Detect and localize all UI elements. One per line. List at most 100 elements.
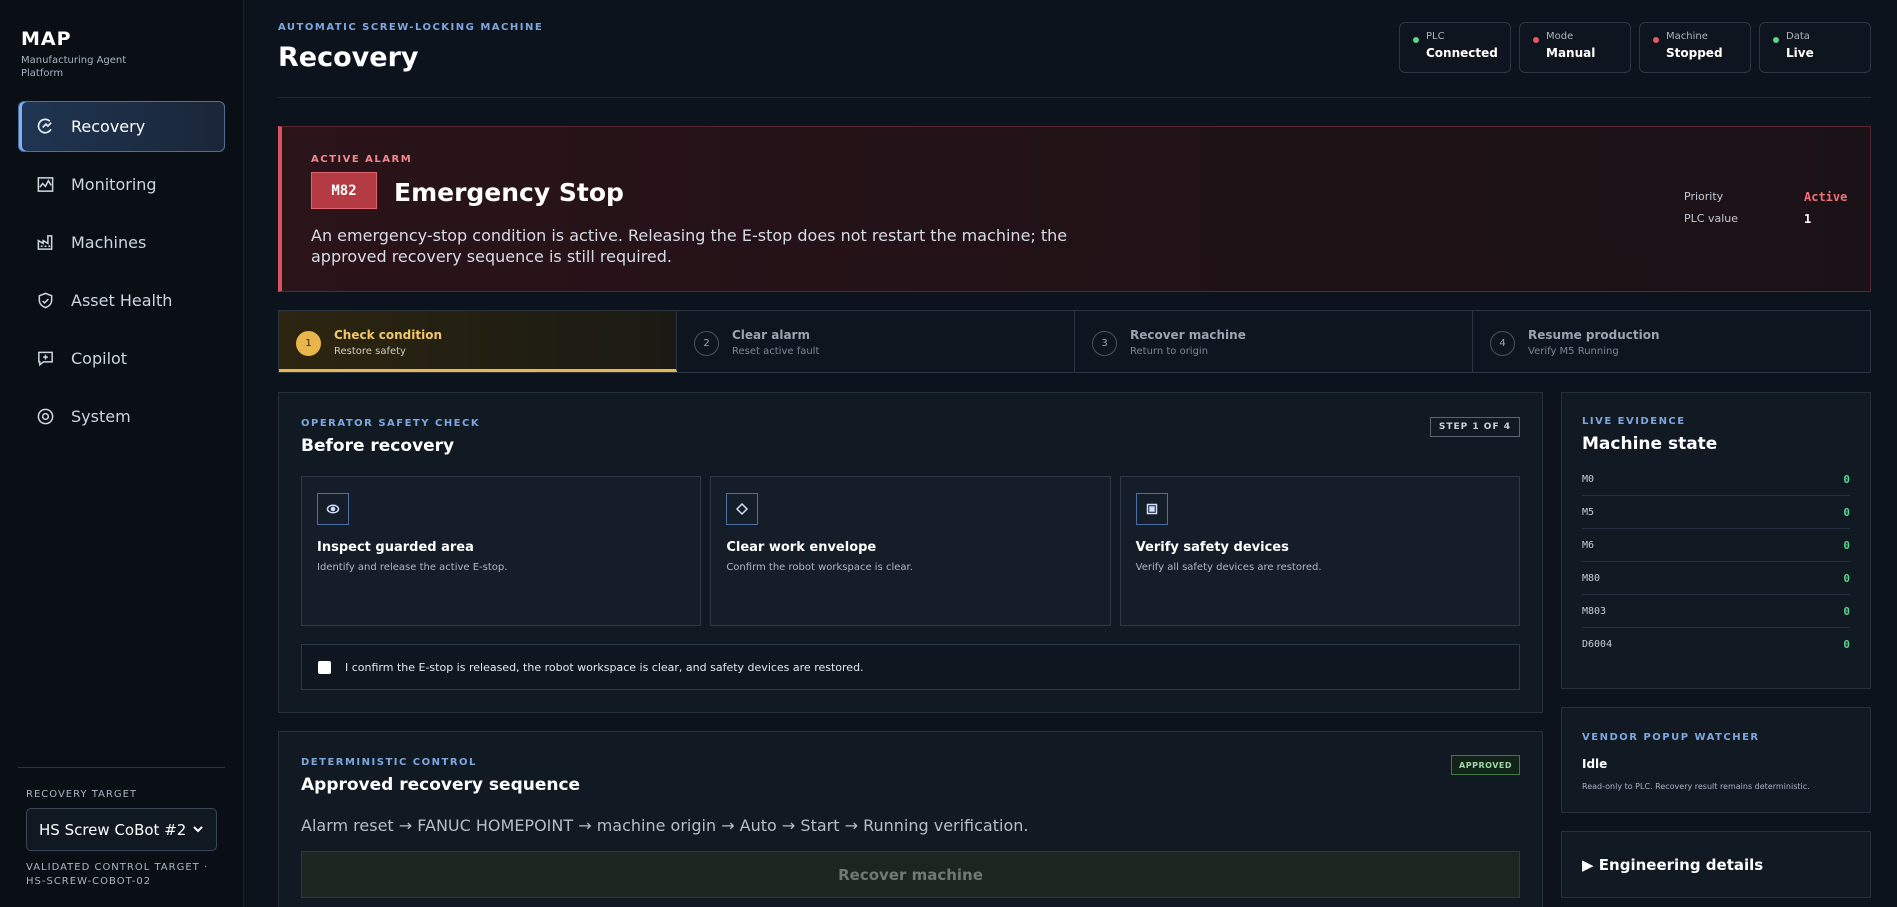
step-resume-production[interactable]: 4 Resume production Verify M5 Running: [1473, 311, 1870, 372]
alarm-plc-row: PLC value 1: [1684, 212, 1844, 226]
step-number: 2: [694, 331, 719, 356]
list-item: M0 0: [1582, 463, 1850, 496]
sidebar-item-label: Machines: [71, 233, 147, 252]
status-label: PLC: [1426, 31, 1445, 42]
safety-card-devices: Verify safety devices Verify all safety …: [1119, 476, 1520, 626]
sidebar-item-copilot[interactable]: Copilot: [18, 333, 225, 384]
panel-eyebrow: LIVE EVIDENCE: [1582, 416, 1686, 427]
panel-title: Machine state: [1582, 434, 1718, 454]
sequence-description: Alarm reset → FANUC HOMEPOINT → machine …: [301, 816, 1029, 835]
monitoring-icon: [35, 175, 55, 195]
recovery-target-select[interactable]: HS Screw CoBot #2: [26, 808, 217, 851]
step-subtitle: Reset active fault: [732, 346, 820, 357]
sidebar-item-label: Asset Health: [71, 291, 173, 310]
status-card-plc: PLC Connected: [1399, 22, 1511, 73]
diamond-icon: [726, 493, 759, 525]
page-eyebrow: AUTOMATIC SCREW-LOCKING MACHINE: [278, 22, 544, 33]
card-description: Confirm the robot workspace is clear.: [726, 562, 913, 573]
state-key: M6: [1582, 539, 1595, 551]
recovery-stepper: 1 Check condition Restore safety 2 Clear…: [278, 310, 1871, 373]
live-evidence-panel: LIVE EVIDENCE Machine state M0 0 M5 0 M6 0 …: [1561, 392, 1871, 689]
recovery-icon: [35, 117, 55, 137]
alarm-plc-value: 1: [1804, 212, 1812, 226]
step-check-condition[interactable]: 1 Check condition Restore safety: [279, 311, 677, 372]
engineering-details-panel[interactable]: ▶ Engineering details: [1561, 831, 1871, 898]
sidebar-item-label: Monitoring: [71, 175, 157, 194]
step-number: 3: [1092, 331, 1117, 356]
brand: MAP Manufacturing Agent Platform: [21, 28, 131, 80]
chat-icon: [35, 349, 55, 369]
step-clear-alarm[interactable]: 2 Clear alarm Reset active fault: [677, 311, 1075, 372]
chevron-down-icon: [192, 821, 204, 839]
alarm-plc-label: PLC value: [1684, 212, 1738, 225]
alarm-priority-label: Priority: [1684, 190, 1724, 203]
safety-cards: Inspect guarded area Identify and releas…: [301, 476, 1520, 626]
sidebar-item-label: Recovery: [71, 117, 146, 136]
state-key: D6004: [1582, 639, 1613, 650]
state-key: M0: [1582, 473, 1595, 485]
recovery-target-value: HS Screw CoBot #2: [39, 820, 187, 839]
status-value: Manual: [1546, 46, 1596, 60]
status-dot: [1533, 37, 1539, 43]
panel-eyebrow: DETERMINISTIC CONTROL: [301, 757, 477, 768]
state-key: M80: [1582, 572, 1601, 584]
status-value: Live: [1786, 46, 1814, 60]
recovery-sequence-panel: DETERMINISTIC CONTROL Approved recovery …: [278, 731, 1543, 907]
engineering-details-label: Engineering details: [1598, 856, 1764, 874]
sidebar-item-recovery[interactable]: Recovery: [18, 101, 225, 152]
sidebar-item-label: Copilot: [71, 349, 128, 368]
safety-confirm-row[interactable]: I confirm the E-stop is released, the ro…: [301, 644, 1520, 690]
step-recover-machine[interactable]: 3 Recover machine Return to origin: [1075, 311, 1473, 372]
alarm-eyebrow: ACTIVE ALARM: [311, 154, 413, 165]
vendor-popup-watcher-panel: VENDOR POPUP WATCHER Idle Read-only to P…: [1561, 707, 1871, 813]
status-card-machine: Machine Stopped: [1639, 22, 1751, 73]
engineering-details-toggle[interactable]: ▶ Engineering details: [1582, 856, 1763, 874]
status-dot: [1653, 37, 1659, 43]
sidebar-nav: Recovery Monitoring Machines Asset Healt…: [18, 101, 225, 449]
safety-check-panel: OPERATOR SAFETY CHECK Before recovery ST…: [278, 392, 1543, 713]
page-title: Recovery: [278, 42, 419, 73]
status-card-data: Data Live: [1759, 22, 1871, 73]
vendor-status: Idle: [1582, 757, 1608, 771]
list-item: D6004 0: [1582, 628, 1850, 661]
panel-title: Approved recovery sequence: [301, 775, 581, 795]
panel-eyebrow: OPERATOR SAFETY CHECK: [301, 418, 481, 429]
recover-machine-button[interactable]: Recover machine: [301, 851, 1520, 898]
card-title: Verify safety devices: [1135, 540, 1289, 555]
alarm-meta: Priority Active PLC value 1: [1684, 190, 1848, 234]
step-subtitle: Restore safety: [334, 346, 406, 357]
panel-title: Before recovery: [301, 436, 455, 456]
state-value: 0: [1843, 472, 1850, 486]
eye-icon: [317, 493, 349, 525]
sidebar-item-label: System: [71, 407, 131, 426]
step-title: Resume production: [1528, 328, 1660, 342]
list-item: M803 0: [1582, 595, 1850, 628]
active-alarm-banner: ACTIVE ALARM M82 Emergency Stop An emerg…: [278, 126, 1871, 292]
sidebar-item-asset-health[interactable]: Asset Health: [18, 275, 225, 326]
status-value: Connected: [1426, 46, 1498, 60]
safety-card-inspect: Inspect guarded area Identify and releas…: [301, 476, 702, 626]
safety-card-work-envelope: Clear work envelope Confirm the robot wo…: [710, 476, 1111, 626]
step-subtitle: Verify M5 Running: [1528, 346, 1619, 357]
sidebar-item-monitoring[interactable]: Monitoring: [18, 159, 225, 210]
shield-icon: [35, 291, 55, 311]
card-title: Clear work envelope: [726, 540, 877, 555]
recovery-target-label: RECOVERY TARGET: [26, 789, 137, 800]
alarm-priority-value: Active: [1804, 190, 1848, 204]
sidebar-item-machines[interactable]: Machines: [18, 217, 225, 268]
status-value: Stopped: [1666, 46, 1723, 60]
state-value: 0: [1843, 604, 1850, 618]
sidebar-item-system[interactable]: System: [18, 391, 225, 442]
list-item: M80 0: [1582, 562, 1850, 595]
state-key: M803: [1582, 605, 1607, 617]
step-number: 4: [1490, 331, 1515, 356]
brand-subtitle: Manufacturing Agent Platform: [21, 55, 127, 79]
status-dot: [1773, 37, 1779, 43]
recovery-target-footer: VALIDATED CONTROL TARGET · HS-SCREW-COBO…: [26, 862, 209, 887]
square-icon: [1135, 493, 1168, 525]
list-item: M6 0: [1582, 529, 1850, 562]
safety-confirm-checkbox[interactable]: [318, 660, 331, 674]
status-label: Machine: [1666, 31, 1708, 42]
approved-badge: APPROVED: [1451, 755, 1520, 775]
machine-state-list: M0 0 M5 0 M6 0 M80 0 M803 0 D6004 0: [1582, 463, 1850, 661]
